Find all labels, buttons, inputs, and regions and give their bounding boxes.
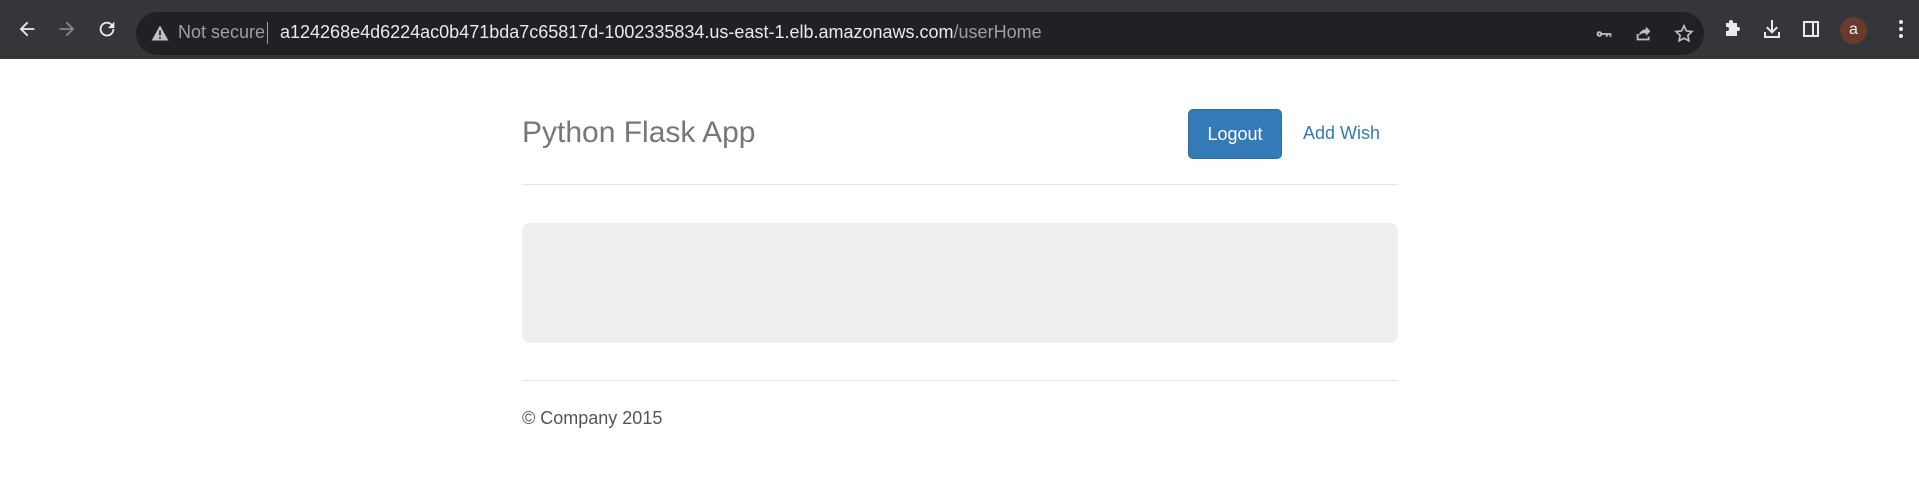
back-button[interactable] <box>12 14 42 44</box>
share-icon[interactable] <box>1633 23 1655 45</box>
browser-toolbar: Not secure a124268e4d6224ac0b471bda7c658… <box>0 0 1919 59</box>
more-menu-icon[interactable] <box>1896 16 1906 42</box>
url-path: /userHome <box>953 22 1042 42</box>
warning-icon <box>150 23 170 43</box>
reload-icon <box>99 21 115 37</box>
security-divider <box>267 22 268 44</box>
extensions-puzzle-icon[interactable] <box>1721 17 1745 41</box>
address-bar[interactable]: Not secure a124268e4d6224ac0b471bda7c658… <box>136 12 1704 55</box>
footer-divider <box>522 380 1398 381</box>
add-wish-link[interactable]: Add Wish <box>1303 123 1380 144</box>
arrow-left-icon <box>19 21 35 37</box>
download-icon[interactable] <box>1760 17 1784 41</box>
forward-button[interactable] <box>52 14 82 44</box>
header-divider <box>522 184 1398 185</box>
url-host: a124268e4d6224ac0b471bda7c65817d-1002335… <box>280 22 954 42</box>
security-status[interactable]: Not secure <box>178 22 265 43</box>
reload-button[interactable] <box>92 14 122 44</box>
footer-copyright: © Company 2015 <box>522 408 663 428</box>
bookmark-star-icon[interactable] <box>1673 23 1695 45</box>
key-icon[interactable] <box>1593 23 1615 45</box>
arrow-right-icon <box>59 21 75 37</box>
logout-button[interactable]: Logout <box>1188 109 1282 159</box>
side-panel-icon[interactable] <box>1799 17 1823 41</box>
page-title: Python Flask App <box>522 116 756 149</box>
profile-avatar[interactable]: a <box>1840 17 1867 44</box>
content-panel <box>522 223 1398 343</box>
url-text[interactable]: a124268e4d6224ac0b471bda7c65817d-1002335… <box>280 22 1042 43</box>
